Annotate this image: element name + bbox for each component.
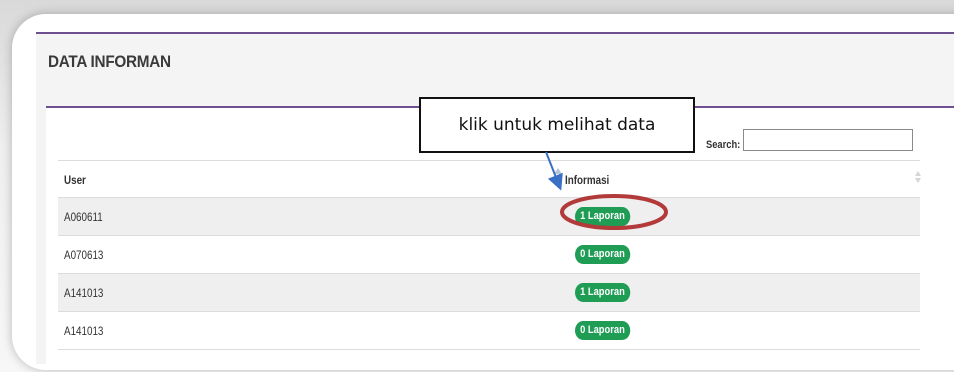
table-row: A141013 0 Laporan (58, 312, 920, 350)
sort-both-icon[interactable] (915, 171, 921, 185)
annotation-callout: klik untuk melihat data (419, 97, 695, 153)
table-row: A070613 0 Laporan (58, 236, 920, 274)
user-id-cell: A070613 (64, 248, 104, 262)
column-header-user[interactable]: User (64, 173, 86, 187)
screenshot-card: DATA INFORMAN Search: User Informasi A06… (12, 14, 954, 370)
column-header-informasi[interactable]: Informasi (565, 173, 609, 187)
user-id-cell: A141013 (64, 324, 104, 338)
sort-ascending-icon[interactable] (554, 168, 562, 174)
laporan-badge-button[interactable]: 1 Laporan (575, 283, 630, 302)
data-table: User Informasi A060611 1 Laporan A070613… (58, 160, 921, 350)
table-row: A141013 1 Laporan (58, 274, 920, 312)
informan-panel: DATA INFORMAN Search: User Informasi A06… (36, 32, 954, 368)
table-row: A060611 1 Laporan (58, 198, 920, 236)
search-label: Search: (706, 139, 741, 151)
user-id-cell: A060611 (64, 210, 103, 224)
page-title: DATA INFORMAN (48, 52, 171, 71)
laporan-badge-button[interactable]: 1 Laporan (575, 207, 630, 226)
search-input[interactable] (743, 129, 913, 151)
laporan-badge-button[interactable]: 0 Laporan (575, 321, 630, 340)
user-id-cell: A141013 (64, 286, 104, 300)
callout-text: klik untuk melihat data (458, 115, 656, 135)
table-header-row: User Informasi (58, 161, 921, 198)
laporan-badge-button[interactable]: 0 Laporan (575, 245, 630, 264)
